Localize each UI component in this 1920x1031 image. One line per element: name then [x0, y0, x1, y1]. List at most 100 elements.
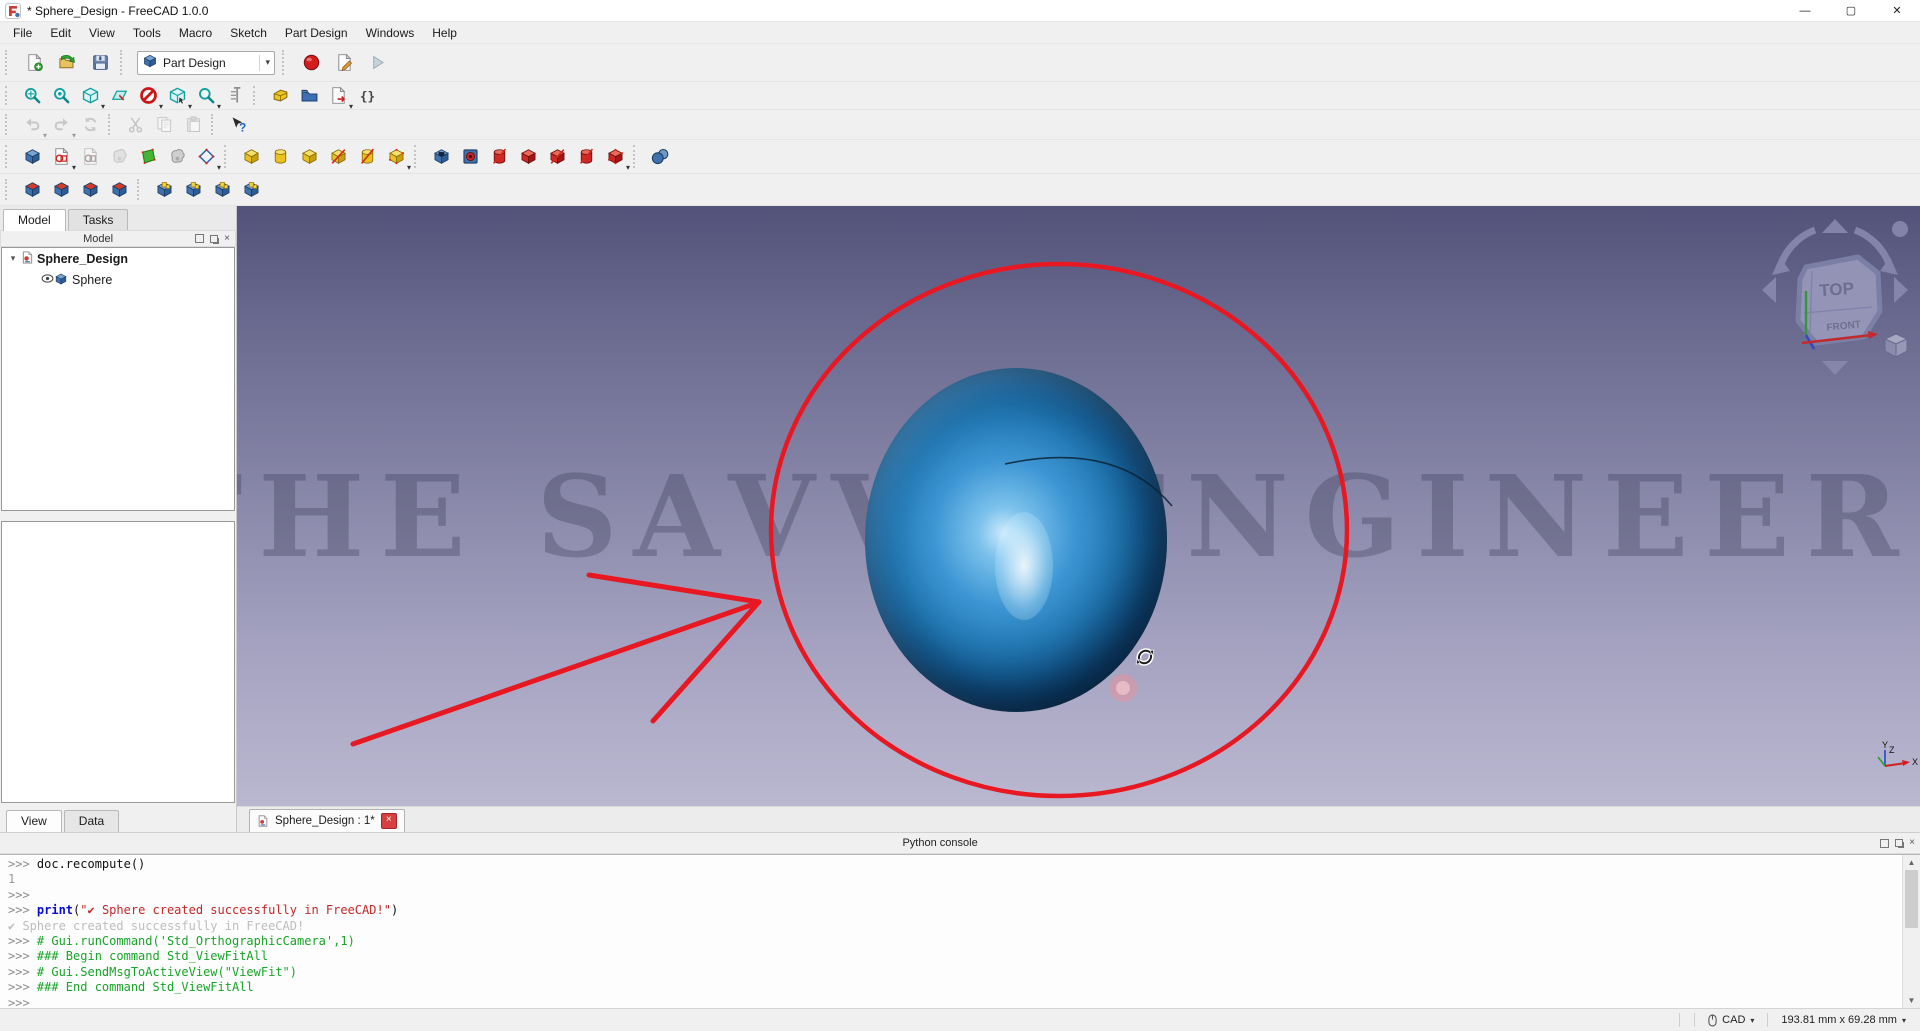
console-minimize-icon[interactable]	[1880, 839, 1889, 848]
groove-button[interactable]	[486, 144, 513, 170]
create-sketch-button[interactable]: ▾	[48, 144, 75, 170]
group-button[interactable]	[296, 83, 323, 109]
save-button[interactable]	[85, 48, 116, 78]
3d-viewport[interactable]: THE SAVVY ENGINEER	[237, 206, 1920, 806]
zoom-button[interactable]: ▾	[193, 83, 220, 109]
view-cube-button[interactable]: ▾	[164, 83, 191, 109]
multitransform-button[interactable]	[238, 177, 265, 203]
whats-this-button[interactable]: ?	[225, 112, 252, 138]
dropdown-arrow-icon[interactable]: ▾	[188, 103, 192, 111]
create-body-button[interactable]	[19, 144, 46, 170]
axonometric-view-button[interactable]: ▾	[77, 83, 104, 109]
tree-expander-icon[interactable]: ▾	[6, 253, 20, 264]
shape-binder-button[interactable]	[164, 144, 191, 170]
part-shape-button[interactable]	[267, 83, 294, 109]
maximize-button[interactable]: ▢	[1828, 0, 1874, 22]
tab-view-properties[interactable]: View	[6, 810, 62, 832]
menu-item-edit[interactable]: Edit	[41, 22, 80, 44]
subtractive-helix-button[interactable]	[573, 144, 600, 170]
polar-pattern-button[interactable]	[209, 177, 236, 203]
dock-close-icon[interactable]: ×	[224, 234, 230, 244]
linear-pattern-button[interactable]	[180, 177, 207, 203]
menu-item-macro[interactable]: Macro	[170, 22, 221, 44]
align-view-button[interactable]	[106, 83, 133, 109]
additive-helix-button[interactable]	[354, 144, 381, 170]
dropdown-arrow-icon[interactable]: ▾	[217, 103, 221, 111]
scroll-thumb[interactable]	[1905, 870, 1918, 928]
fillet-button[interactable]	[19, 177, 46, 203]
subtractive-loft-button[interactable]	[515, 144, 542, 170]
dropdown-arrow-icon[interactable]: ▾	[72, 132, 76, 140]
document-tab[interactable]: Sphere_Design : 1* ×	[249, 809, 405, 832]
menu-item-file[interactable]: File	[4, 22, 41, 44]
new-document-button[interactable]	[19, 48, 50, 78]
menu-item-help[interactable]: Help	[423, 22, 466, 44]
dropdown-arrow-icon[interactable]: ▾	[159, 103, 163, 111]
mirrored-button[interactable]	[151, 177, 178, 203]
dropdown-arrow-icon[interactable]: ▾	[407, 164, 411, 172]
dropdown-arrow-icon[interactable]: ▾	[626, 164, 630, 172]
scroll-up-icon[interactable]: ▲	[1903, 855, 1920, 870]
tree-item-document[interactable]: ▾ Sphere_Design	[2, 248, 234, 269]
tab-model[interactable]: Model	[3, 209, 66, 231]
new-document-icon	[25, 53, 44, 72]
pad-button[interactable]	[238, 144, 265, 170]
play-icon	[368, 53, 387, 72]
additive-loft-button[interactable]	[296, 144, 323, 170]
measure-button[interactable]	[222, 83, 249, 109]
console-close-icon[interactable]: ×	[1909, 838, 1915, 848]
workbench-selected-label: Part Design	[163, 56, 259, 70]
expression-button[interactable]: {}	[354, 83, 381, 109]
boolean-button[interactable]	[647, 144, 674, 170]
open-document-button[interactable]	[52, 48, 83, 78]
tab-data-properties[interactable]: Data	[64, 810, 119, 832]
additive-primitive-button[interactable]: ▾	[383, 144, 410, 170]
workbench-selector[interactable]: Part Design▾	[137, 51, 275, 75]
revolution-button[interactable]	[267, 144, 294, 170]
console-float-icon[interactable]	[1895, 839, 1903, 847]
sphere-3d-object[interactable]	[865, 368, 1167, 712]
validate-sketch-button[interactable]	[135, 144, 162, 170]
additive-pipe-button[interactable]	[325, 144, 352, 170]
dock-minimize-icon[interactable]	[195, 234, 204, 243]
visibility-eye-icon[interactable]	[40, 274, 54, 285]
console-scrollbar[interactable]: ▲ ▼	[1902, 855, 1920, 1008]
close-button[interactable]: ✕	[1874, 0, 1920, 22]
dropdown-arrow-icon[interactable]: ▾	[217, 164, 221, 172]
draft-button[interactable]	[77, 177, 104, 203]
pocket-button[interactable]	[428, 144, 455, 170]
model-tree[interactable]: ▾ Sphere_Design Sphere	[1, 247, 235, 511]
menu-item-windows[interactable]: Windows	[357, 22, 424, 44]
dropdown-arrow-icon[interactable]: ▾	[349, 103, 353, 111]
export-button[interactable]: ▾	[325, 83, 352, 109]
nav-style-selector[interactable]: CAD ▾	[1702, 1014, 1760, 1027]
menu-item-tools[interactable]: Tools	[124, 22, 170, 44]
draw-style-button[interactable]: ▾	[135, 83, 162, 109]
dock-float-icon[interactable]	[210, 235, 218, 243]
dropdown-arrow-icon[interactable]: ▾	[72, 164, 76, 172]
macro-record-button[interactable]	[296, 48, 327, 78]
subtractive-pipe-button[interactable]	[544, 144, 571, 170]
menu-item-sketch[interactable]: Sketch	[221, 22, 276, 44]
tree-item-sphere[interactable]: Sphere	[2, 269, 234, 290]
fit-all-button[interactable]	[19, 83, 46, 109]
document-tab-close-icon[interactable]: ×	[381, 813, 397, 829]
python-console-body[interactable]: >>> doc.recompute()1>>>>>> print("✔ Sphe…	[0, 854, 1920, 1008]
subtractive-primitive-button[interactable]: ▾	[602, 144, 629, 170]
minimize-button[interactable]: —	[1782, 0, 1828, 22]
macro-edit-button[interactable]	[329, 48, 360, 78]
dropdown-arrow-icon[interactable]: ▾	[101, 103, 105, 111]
dropdown-arrow-icon[interactable]: ▾	[43, 132, 47, 140]
thickness-button[interactable]	[106, 177, 133, 203]
chamfer-button[interactable]	[48, 177, 75, 203]
create-datum-button[interactable]: ▾	[193, 144, 220, 170]
property-editor-panel[interactable]	[1, 521, 235, 803]
hole-button[interactable]	[457, 144, 484, 170]
view-dimensions-selector[interactable]: 193.81 mm x 69.28 mm ▾	[1775, 1014, 1912, 1026]
tab-tasks[interactable]: Tasks	[68, 209, 129, 230]
menu-item-view[interactable]: View	[80, 22, 124, 44]
scroll-down-icon[interactable]: ▼	[1903, 993, 1920, 1008]
macro-play-button[interactable]	[362, 48, 393, 78]
menu-item-part-design[interactable]: Part Design	[276, 22, 357, 44]
fit-selection-button[interactable]	[48, 83, 75, 109]
